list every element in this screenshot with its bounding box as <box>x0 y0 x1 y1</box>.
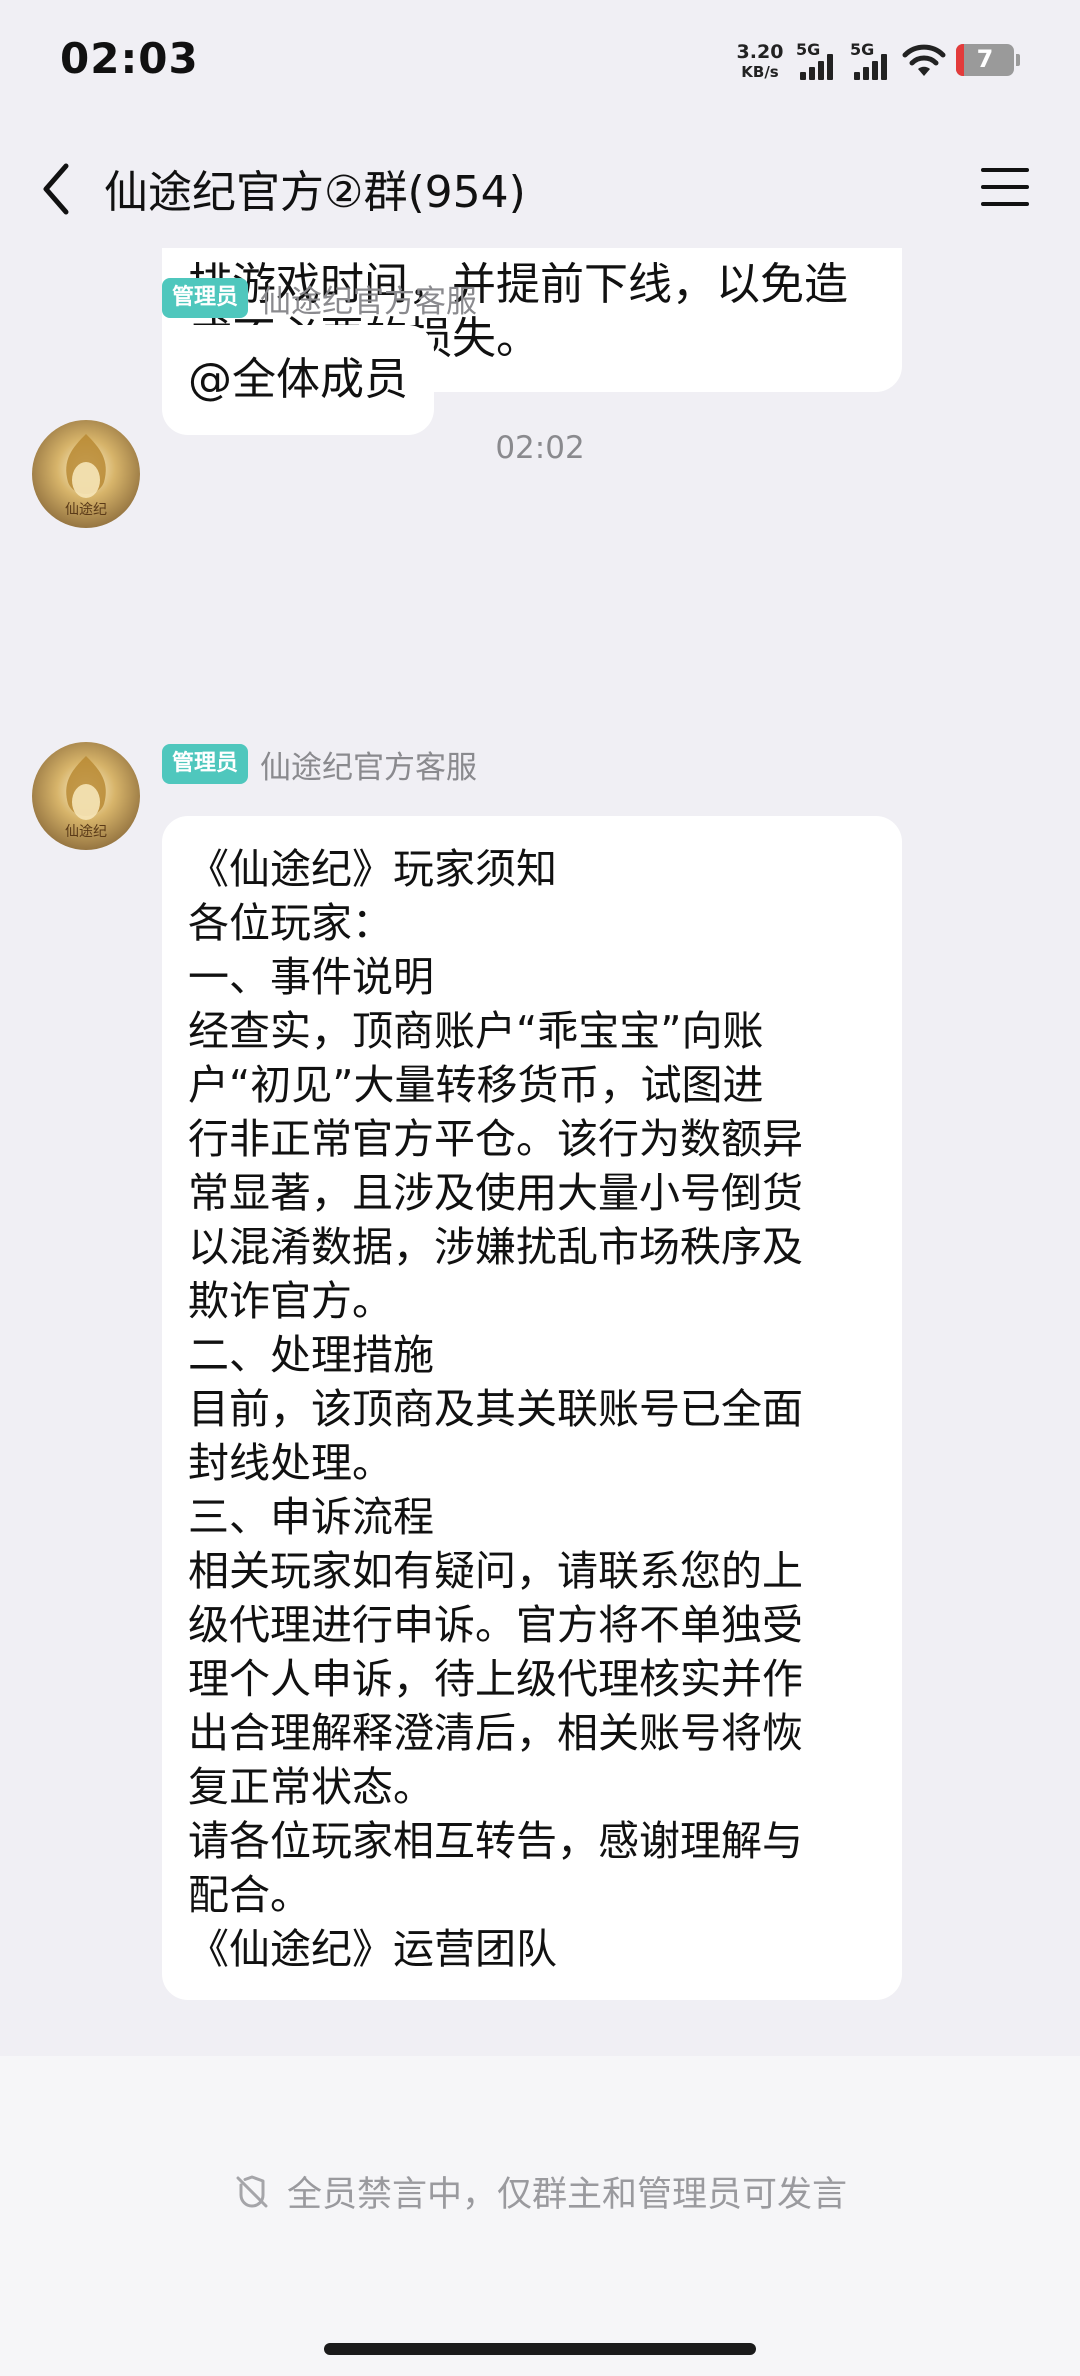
message-text-line: 欺诈官方。 <box>188 1277 393 1325</box>
wifi-icon <box>902 44 946 76</box>
battery-level: 7 <box>976 45 994 73</box>
admin-badge: 管理员 <box>162 278 249 318</box>
avatar[interactable]: 仙途纪 <box>32 742 140 850</box>
message-text-line: 一、事件说明 <box>188 953 434 1001</box>
message-text-line: 复正常状态。 <box>188 1763 434 1811</box>
message-text-line: 出合理解释澄清后，相关账号将恢 <box>188 1709 803 1757</box>
message-text-line: 目前，该顶商及其关联账号已全面 <box>188 1385 803 1433</box>
mute-icon <box>236 2175 268 2207</box>
sender-name[interactable]: 仙途纪官方客服 <box>260 276 477 321</box>
admin-badge: 管理员 <box>162 744 249 784</box>
message-text-line: 封线处理。 <box>188 1439 393 1487</box>
status-time: 02:03 <box>60 34 199 83</box>
muted-text: 全员禁言中，仅群主和管理员可发言 <box>286 2175 847 2215</box>
group-title[interactable]: 仙途纪官方②群(954) <box>104 156 526 220</box>
home-indicator[interactable] <box>324 2343 756 2355</box>
message-text-line: 各位玩家： <box>188 899 393 947</box>
message-text-line: 户“初见”大量转移货币，试图进 <box>188 1061 764 1109</box>
svg-text:仙途纪: 仙途纪 <box>65 823 107 840</box>
message-bubble[interactable]: 《仙途纪》玩家须知 各位玩家： 一、事件说明 经查实，顶商账户“乖宝宝”向账 户… <box>162 816 902 2000</box>
network-speed: 3.20 KB/s <box>733 42 787 82</box>
message-text-line: 经查实，顶商账户“乖宝宝”向账 <box>188 1007 764 1055</box>
battery-icon: 7 <box>956 44 1014 76</box>
menu-icon[interactable] <box>980 162 1030 212</box>
signal-icon: 5G <box>796 40 840 80</box>
status-bar: 02:03 3.20 KB/s 5G 5G 7 <box>0 0 1080 130</box>
sender-name[interactable]: 仙途纪官方客服 <box>260 742 477 787</box>
message-text-line: 级代理进行申诉。官方将不单独受 <box>188 1601 803 1649</box>
message-text-line: 行非正常官方平仓。该行为数额异 <box>188 1115 803 1163</box>
sender-info: 管理员 仙途纪官方客服 <box>162 276 477 321</box>
input-area: 全员禁言中，仅群主和管理员可发言 <box>0 2056 1080 2376</box>
muted-notice: 全员禁言中，仅群主和管理员可发言 <box>0 2166 1080 2217</box>
chevron-left-icon[interactable] <box>36 156 76 222</box>
message-text-line: 《仙途纪》运营团队 <box>188 1925 557 1973</box>
network-speed-value: 3.20 <box>736 41 784 63</box>
message-text-line: 配合。 <box>188 1871 311 1919</box>
svg-text:仙途纪: 仙途纪 <box>65 501 107 518</box>
battery-cap <box>1016 54 1020 66</box>
message-text-line: 以混淆数据，涉嫌扰乱市场秩序及 <box>188 1223 803 1271</box>
message-bubble[interactable]: @全体成员 <box>162 325 434 435</box>
message-text-line: 相关玩家如有疑问，请联系您的上 <box>188 1547 803 1595</box>
message-list[interactable]: 排游戏时间，并提前下线，以免造 成不必要的损失。 仙途纪 管理员 仙途纪官方客服… <box>0 248 1080 2056</box>
message-text-line: 请各位玩家相互转告，感谢理解与 <box>188 1817 803 1865</box>
network-speed-unit: KB/s <box>741 63 779 81</box>
message-text: @全体成员 <box>188 354 408 405</box>
message-text-line: 三、申诉流程 <box>188 1493 434 1541</box>
time-separator: 02:02 <box>495 430 585 466</box>
message-text-line: 常显著，且涉及使用大量小号倒货 <box>188 1169 803 1217</box>
message-text-line: 理个人申诉，待上级代理核实并作 <box>188 1655 803 1703</box>
signal-icon: 5G <box>850 40 894 80</box>
message-text-line: 二、处理措施 <box>188 1331 434 1379</box>
sender-info: 管理员 仙途纪官方客服 <box>162 742 477 787</box>
message-text-line: 《仙途纪》玩家须知 <box>188 845 557 893</box>
chat-header: 仙途纪官方②群(954) <box>0 130 1080 248</box>
